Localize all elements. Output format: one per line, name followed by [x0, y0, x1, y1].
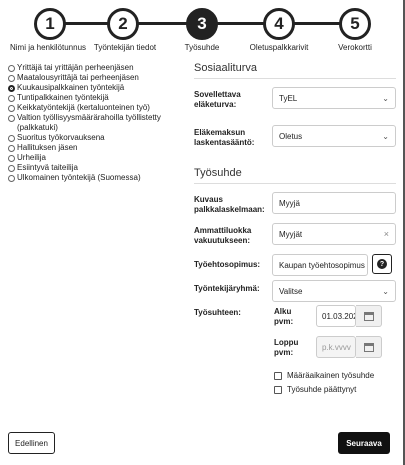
period-label: Työsuhteen: [194, 308, 241, 317]
employee-type-option[interactable]: Esiintyvä taiteilija [8, 163, 193, 173]
radio-button[interactable] [8, 154, 15, 162]
agreement-input[interactable]: Kaupan työehtosopimus [272, 254, 368, 276]
calc-rule-label: Eläkemaksun laskentasääntö: [194, 128, 255, 147]
step-1[interactable]: 1 [34, 8, 66, 40]
start-date-label: Alku pvm: [274, 307, 294, 326]
end-date-label: Loppu pvm: [274, 338, 299, 357]
employee-type-option[interactable]: Hallituksen jäsen [8, 143, 193, 153]
description-input[interactable]: Myyjä [272, 192, 396, 214]
occupation-select[interactable]: Myyjät × [272, 223, 396, 245]
chevron-down-icon: ⌄ [382, 287, 389, 296]
radio-button[interactable] [8, 174, 15, 182]
step-4[interactable]: 4 [263, 8, 295, 40]
group-label: Työntekijäryhmä: [194, 284, 260, 293]
previous-button[interactable]: Edellinen [8, 432, 55, 454]
employee-type-option[interactable]: Suoritus työkorvauksena [8, 133, 193, 143]
end-date-input[interactable]: p.k.vvvv [316, 336, 356, 358]
occupation-label: Ammattiluokka vakuutukseen: [194, 226, 252, 245]
radio-button[interactable] [8, 114, 15, 122]
calendar-icon [363, 342, 374, 352]
step-label-2: Työntekijän tiedot [93, 43, 157, 52]
employee-type-option[interactable]: Maatalousyrittäjä tai perheenjäsen [8, 73, 193, 83]
radio-button[interactable] [8, 164, 15, 172]
employee-type-option[interactable]: Tuntipalkkainen työntekijä [8, 93, 193, 103]
employee-type-list: Yrittäjä tai yrittäjän perheenjäsen Maat… [8, 63, 193, 183]
question-icon: ? [377, 259, 387, 269]
radio-button[interactable] [8, 134, 15, 142]
group-row: Työntekijäryhmä: Valitse ⌄ [194, 278, 396, 303]
employee-type-option[interactable]: Valtion työllisyysmäärärahoilla työllist… [8, 113, 193, 133]
step-5[interactable]: 5 [339, 8, 371, 40]
calc-rule-select[interactable]: Oletus ⌄ [272, 125, 396, 147]
fixed-term-checkbox-row[interactable]: Määräaikainen työsuhde [274, 371, 374, 380]
employee-type-option[interactable]: Keikkatyöntekijä (kertaluonteinen työ) [8, 103, 193, 113]
pension-row: Sovellettava eläketurva: TyEL ⌄ [194, 87, 396, 125]
calc-rule-row: Eläkemaksun laskentasääntö: Oletus ⌄ [194, 125, 396, 167]
radio-button[interactable] [8, 94, 15, 102]
clear-icon[interactable]: × [384, 229, 389, 239]
radio-button[interactable] [8, 64, 15, 72]
radio-button-selected[interactable] [8, 84, 15, 92]
employee-type-option[interactable]: Kuukausipalkkainen työntekijä [8, 83, 193, 93]
start-date-picker-button[interactable] [356, 305, 382, 327]
step-label-1: Nimi ja henkilötunnus [9, 43, 87, 52]
help-button[interactable]: ? [372, 254, 392, 274]
end-date-picker-button[interactable] [356, 336, 382, 358]
employee-type-option[interactable]: Yrittäjä tai yrittäjän perheenjäsen [8, 63, 193, 73]
chevron-down-icon: ⌄ [382, 94, 389, 103]
social-security-title: Sosiaaliturva [194, 62, 396, 79]
pension-select[interactable]: TyEL ⌄ [272, 87, 396, 109]
employee-type-option[interactable]: Urheilija [8, 153, 193, 163]
step-label-3: Työsuhde [184, 43, 220, 52]
group-select[interactable]: Valitse ⌄ [272, 280, 396, 302]
step-3[interactable]: 3 [186, 8, 218, 40]
ended-checkbox[interactable] [274, 385, 282, 394]
step-label-4: Oletuspalkkarivit [249, 43, 309, 52]
chevron-down-icon: ⌄ [382, 132, 389, 141]
agreement-label: Työehtosopimus: [194, 260, 261, 269]
radio-button[interactable] [8, 104, 15, 112]
fixed-term-checkbox[interactable] [274, 371, 282, 380]
radio-button[interactable] [8, 74, 15, 82]
agreement-row: Työehtosopimus: Kaupan työehtosopimus ? [194, 254, 396, 278]
next-button[interactable]: Seuraava [338, 432, 390, 454]
employee-type-option[interactable]: Ulkomainen työntekijä (Suomessa) [8, 173, 193, 183]
description-row: Kuvaus palkkalaskelmaan: Myyjä [194, 192, 396, 223]
period-row: Työsuhteen: Alku pvm: 01.03.2021 Loppu p… [194, 303, 396, 413]
occupation-row: Ammattiluokka vakuutukseen: Myyjät × [194, 223, 396, 254]
description-label: Kuvaus palkkalaskelmaan: [194, 195, 265, 214]
employment-title: Työsuhde [194, 167, 396, 184]
start-date-input[interactable]: 01.03.2021 [316, 305, 356, 327]
pension-label: Sovellettava eläketurva: [194, 90, 241, 109]
step-2[interactable]: 2 [107, 8, 139, 40]
calendar-icon [363, 311, 374, 321]
ended-checkbox-row[interactable]: Työsuhde päättynyt [274, 385, 356, 394]
step-label-5: Verokortti [338, 43, 372, 52]
wizard-stepper: 1 2 3 4 5 Nimi ja henkilötunnus Työnteki… [0, 0, 405, 56]
radio-button[interactable] [8, 144, 15, 152]
employment-panel: Sosiaaliturva Sovellettava eläketurva: T… [194, 62, 396, 413]
